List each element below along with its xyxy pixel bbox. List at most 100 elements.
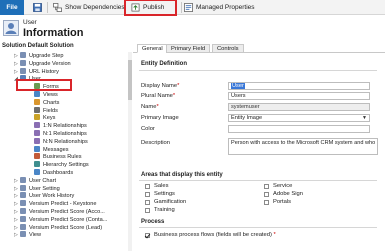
- tree-item[interactable]: ▷ User Setting: [14, 184, 60, 193]
- tree-item[interactable]: N:N Relationships: [34, 137, 88, 146]
- dashboards-icon: [34, 169, 40, 175]
- relationship-icon: [34, 137, 40, 144]
- portals-checkbox[interactable]: [264, 200, 269, 205]
- toolbar-separator: [181, 2, 182, 13]
- name-label: Name*: [141, 104, 159, 110]
- tree-item[interactable]: ▷ View: [14, 231, 41, 239]
- required-marker: *: [177, 83, 180, 89]
- tree-item[interactable]: ▷ Upgrade Version: [14, 59, 71, 68]
- tree-item[interactable]: Messages: [34, 145, 69, 154]
- tree-item-label: Hierarchy Settings: [43, 162, 89, 169]
- sales-label: Sales: [154, 183, 169, 189]
- tree-item[interactable]: 1:N Relationships: [34, 122, 87, 130]
- tab-general[interactable]: General: [137, 44, 168, 53]
- section-divider: [139, 180, 377, 181]
- entity-icon: [20, 67, 26, 74]
- managed-properties-icon: [184, 3, 193, 12]
- page-title: Information: [23, 27, 84, 39]
- entity-icon: [20, 192, 26, 199]
- gamification-label: Gamification: [154, 199, 187, 205]
- tab-primary-field[interactable]: Primary Field: [166, 44, 211, 53]
- entity-icon: [20, 176, 26, 183]
- relationship-icon: [34, 122, 40, 129]
- tree-item-label: Versium Predict - Keystone: [29, 201, 97, 208]
- solution-title: Solution Default Solution: [2, 43, 74, 49]
- tree-item-label: User Setting: [29, 185, 60, 192]
- tree-item[interactable]: ▷ URL History: [14, 67, 59, 76]
- hierarchy-icon: [34, 161, 40, 168]
- training-checkbox[interactable]: [145, 208, 150, 213]
- tree-scrollbar-thumb[interactable]: [128, 60, 132, 100]
- tree-item-label: Dashboards: [43, 170, 74, 176]
- tree-item[interactable]: ▷ Versium Predict - Keystone: [14, 200, 96, 208]
- managed-properties-label: Managed Properties: [196, 4, 255, 11]
- section-divider: [139, 70, 377, 71]
- tree-item[interactable]: ▷ Versium Predict Score (Acco...: [14, 208, 105, 216]
- service-label: Service: [273, 183, 293, 189]
- required-marker: *: [172, 93, 176, 99]
- relationship-icon: [34, 130, 40, 136]
- tree-item[interactable]: Fields: [34, 106, 58, 115]
- tree-item-label: N:N Relationships: [43, 138, 88, 145]
- tree-item[interactable]: ▷ Versium Predict Score (Lead): [14, 223, 103, 232]
- tree-item-label: Versium Predict Score (Lead): [29, 224, 103, 231]
- tree-item[interactable]: N:1 Relationships: [34, 130, 87, 138]
- required-marker: *: [273, 232, 276, 238]
- charts-icon: [34, 98, 40, 105]
- user-entity-icon: [3, 20, 19, 36]
- business-process-flows-checkbox[interactable]: [145, 233, 150, 238]
- entity-icon: [20, 200, 26, 207]
- tree-item[interactable]: Views: [34, 91, 58, 99]
- tree-item-label: Upgrade Version: [29, 60, 71, 67]
- adobe-sign-label: Adobe Sign: [273, 191, 303, 197]
- command-bar: File Show Dependencies Publish Managed P…: [0, 0, 385, 15]
- tree-item[interactable]: ▷ User Work History: [14, 192, 74, 200]
- tree-item[interactable]: Keys: [34, 114, 55, 122]
- tree-item[interactable]: ▷ User Chart: [14, 176, 56, 185]
- service-checkbox[interactable]: [264, 184, 269, 189]
- tree-item[interactable]: ▷ Versium Predict Score (Conta...: [14, 215, 108, 224]
- tree-item[interactable]: Business Rules: [34, 153, 82, 161]
- sales-checkbox[interactable]: [145, 184, 150, 189]
- primary-image-select[interactable]: Entity Image ▼: [228, 114, 370, 122]
- portals-label: Portals: [273, 199, 292, 205]
- areas-heading: Areas that display this entity: [141, 172, 223, 178]
- entity-icon: [20, 184, 26, 191]
- gamification-checkbox[interactable]: [145, 200, 150, 205]
- tree-item-label: Fields: [43, 107, 58, 114]
- show-dependencies-label: Show Dependencies: [65, 4, 125, 11]
- toolbar-separator: [47, 2, 48, 13]
- tree-item-label: User Work History: [29, 193, 75, 200]
- tree-item[interactable]: Dashboards: [34, 169, 73, 177]
- primary-image-label: Primary Image: [141, 115, 179, 121]
- display-name-input[interactable]: User: [228, 82, 370, 90]
- rules-icon: [34, 153, 40, 160]
- publish-highlight-box: [124, 0, 177, 16]
- settings-label: Settings: [154, 191, 175, 197]
- tree-item[interactable]: ▷ Upgrade Step: [14, 52, 64, 60]
- tree-item[interactable]: Hierarchy Settings: [34, 161, 89, 169]
- plural-name-label: Plural Name*: [141, 93, 176, 99]
- tree-item-label: Upgrade Step: [29, 53, 64, 59]
- adobe-sign-checkbox[interactable]: [264, 192, 269, 197]
- tab-controls[interactable]: Controls: [212, 44, 244, 53]
- description-label: Description: [141, 140, 170, 146]
- plural-name-input[interactable]: Users: [228, 92, 370, 100]
- tree-item-label: Views: [43, 92, 58, 98]
- tree-item-label: 1:N Relationships: [43, 123, 87, 130]
- settings-checkbox[interactable]: [145, 192, 150, 197]
- keys-icon: [34, 114, 40, 121]
- file-button[interactable]: File: [0, 0, 24, 15]
- required-marker: *: [156, 104, 159, 110]
- views-icon: [34, 91, 40, 97]
- save-icon[interactable]: [33, 3, 42, 12]
- tree-item[interactable]: Charts: [34, 98, 60, 107]
- tree-item-label: Versium Predict Score (Acco...: [29, 209, 105, 215]
- description-textarea[interactable]: Person with access to the Microsoft CRM …: [228, 138, 378, 155]
- tree-item-label: Charts: [43, 99, 60, 106]
- color-label: Color: [141, 126, 155, 132]
- color-input[interactable]: [228, 125, 370, 133]
- tree-item-label: N:1 Relationships: [43, 131, 87, 137]
- entity-icon: [20, 59, 26, 66]
- tree-item-label: Versium Predict Score (Conta...: [29, 216, 108, 223]
